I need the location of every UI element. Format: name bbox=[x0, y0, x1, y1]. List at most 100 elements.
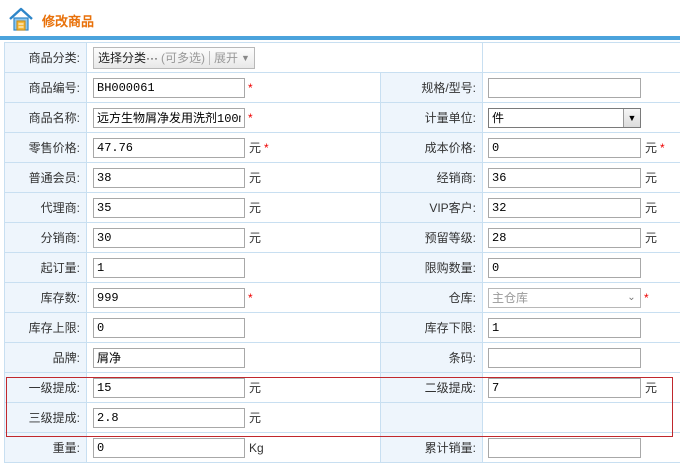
left-field-cell: * bbox=[86, 282, 381, 313]
right-field-cell bbox=[482, 72, 680, 103]
select-value: 件 bbox=[492, 111, 505, 125]
caret-down-icon: ▼ bbox=[241, 52, 250, 63]
right-field-label: VIP客户: bbox=[380, 192, 483, 223]
product-edit-form: 商品分类: 选择分类··· (可多选) 展开 ▼ 商品编号: * 规格/型号: 商品名… bbox=[4, 42, 680, 463]
right-field-cell: 元 bbox=[482, 372, 680, 403]
form-row: 商品名称:*计量单位:件▼ bbox=[4, 102, 680, 133]
right-field-label: 二级提成: bbox=[380, 372, 483, 403]
累计销量-input[interactable] bbox=[488, 437, 641, 458]
普通会员-input[interactable] bbox=[93, 167, 245, 188]
form-row: 库存数: * 仓库: 主仓库 ⌄ * bbox=[4, 282, 680, 313]
代理商-input[interactable] bbox=[93, 197, 245, 218]
成本价格-input[interactable] bbox=[488, 137, 641, 158]
left-field-cell bbox=[86, 252, 381, 283]
left-field-label: 库存数: bbox=[4, 282, 87, 313]
right-field-label: 计量单位: bbox=[380, 102, 483, 133]
unit-label: 元 bbox=[645, 201, 658, 215]
left-field-label: 分销商: bbox=[4, 222, 87, 253]
left-field-cell: Kg bbox=[86, 432, 381, 463]
right-field-cell bbox=[482, 312, 680, 343]
category-label: 商品分类: bbox=[4, 42, 87, 73]
form-row: 分销商: 元 预留等级: 元 bbox=[4, 222, 680, 253]
form-row: 普通会员: 元 经销商: 元 bbox=[4, 162, 680, 193]
required-marker: * bbox=[644, 290, 649, 305]
unit-label: 元 bbox=[645, 141, 658, 155]
分销商-input[interactable] bbox=[93, 227, 245, 248]
一级提成-input[interactable] bbox=[93, 377, 245, 398]
right-field-label bbox=[380, 402, 483, 433]
form-row: 零售价格:元*成本价格:元* bbox=[4, 132, 680, 163]
form-row: 起订量: 限购数量: bbox=[4, 252, 680, 283]
right-field-cell bbox=[482, 342, 680, 373]
限购数量-input[interactable] bbox=[488, 257, 641, 278]
required-marker: * bbox=[264, 140, 269, 155]
unit-label: 元 bbox=[249, 171, 262, 185]
left-field-label: 零售价格: bbox=[4, 132, 87, 163]
left-field-cell bbox=[86, 342, 381, 373]
left-field-label: 三级提成: bbox=[4, 402, 87, 433]
form-row: 代理商: 元 VIP客户: 元 bbox=[4, 192, 680, 223]
零售价格-input[interactable] bbox=[93, 137, 245, 158]
预留等级-input[interactable] bbox=[488, 227, 641, 248]
right-field-label: 限购数量: bbox=[380, 252, 483, 283]
page-header: 修改商品 bbox=[0, 0, 680, 40]
right-field-cell: 元 bbox=[482, 222, 680, 253]
multi-select-hint: (可多选) bbox=[161, 51, 205, 65]
right-field-cell bbox=[482, 252, 680, 283]
起订量-input[interactable] bbox=[93, 257, 245, 278]
三级提成-input[interactable] bbox=[93, 407, 245, 428]
form-row: 商品编号: * 规格/型号: bbox=[4, 72, 680, 103]
left-field-label: 品牌: bbox=[4, 342, 87, 373]
right-field-label: 规格/型号: bbox=[380, 72, 483, 103]
left-field-label: 普通会员: bbox=[4, 162, 87, 193]
warehouse-select[interactable]: 主仓库 ⌄ bbox=[488, 287, 641, 308]
重量-input[interactable] bbox=[93, 437, 245, 458]
VIP客户-input[interactable] bbox=[488, 197, 641, 218]
品牌-input[interactable] bbox=[93, 347, 245, 368]
left-field-cell: 元* bbox=[86, 132, 381, 163]
left-field-cell: 元 bbox=[86, 372, 381, 403]
chevron-down-icon[interactable]: ⌄ bbox=[623, 288, 640, 307]
unit-label: 元 bbox=[249, 381, 262, 395]
required-marker: * bbox=[248, 110, 253, 125]
left-field-cell: 元 bbox=[86, 222, 381, 253]
unit-select[interactable]: 件 ▼ bbox=[488, 107, 641, 128]
right-field-cell: 元 bbox=[482, 162, 680, 193]
unit-label: 元 bbox=[645, 171, 658, 185]
库存下限-input[interactable] bbox=[488, 317, 641, 338]
required-marker: * bbox=[248, 290, 253, 305]
form-row: 库存上限: 库存下限: bbox=[4, 312, 680, 343]
库存数-input[interactable] bbox=[93, 287, 245, 308]
left-field-cell: 元 bbox=[86, 402, 381, 433]
二级提成-input[interactable] bbox=[488, 377, 641, 398]
select-category-button[interactable]: 选择分类··· (可多选) 展开 ▼ bbox=[93, 46, 255, 69]
button-separator bbox=[209, 50, 210, 65]
required-marker: * bbox=[660, 140, 665, 155]
经销商-input[interactable] bbox=[488, 167, 641, 188]
required-marker: * bbox=[248, 80, 253, 95]
category-row-empty-cell bbox=[482, 42, 680, 73]
right-field-cell bbox=[482, 402, 680, 433]
商品编号-input[interactable] bbox=[93, 77, 245, 98]
right-field-cell: 件 ▼ bbox=[482, 102, 680, 133]
right-field-label: 库存下限: bbox=[380, 312, 483, 343]
条码-input[interactable] bbox=[488, 347, 641, 368]
right-field-cell: 元* bbox=[482, 132, 680, 163]
left-field-cell: 元 bbox=[86, 162, 381, 193]
unit-label: 元 bbox=[645, 231, 658, 245]
规格/型号-input[interactable] bbox=[488, 77, 641, 98]
库存上限-input[interactable] bbox=[93, 317, 245, 338]
left-field-label: 代理商: bbox=[4, 192, 87, 223]
unit-label: 元 bbox=[249, 411, 262, 425]
unit-label: Kg bbox=[249, 440, 264, 455]
select-category-label: 选择分类··· bbox=[98, 51, 158, 65]
right-field-cell bbox=[482, 432, 680, 463]
left-field-cell: * bbox=[86, 72, 381, 103]
right-field-label: 仓库: bbox=[380, 282, 483, 313]
商品名称-input[interactable] bbox=[93, 107, 245, 128]
left-field-cell: 元 bbox=[86, 192, 381, 223]
right-field-cell: 主仓库 ⌄ * bbox=[482, 282, 680, 313]
left-field-cell bbox=[86, 312, 381, 343]
chevron-down-icon[interactable]: ▼ bbox=[623, 108, 640, 127]
expand-label[interactable]: 展开 bbox=[214, 49, 238, 66]
